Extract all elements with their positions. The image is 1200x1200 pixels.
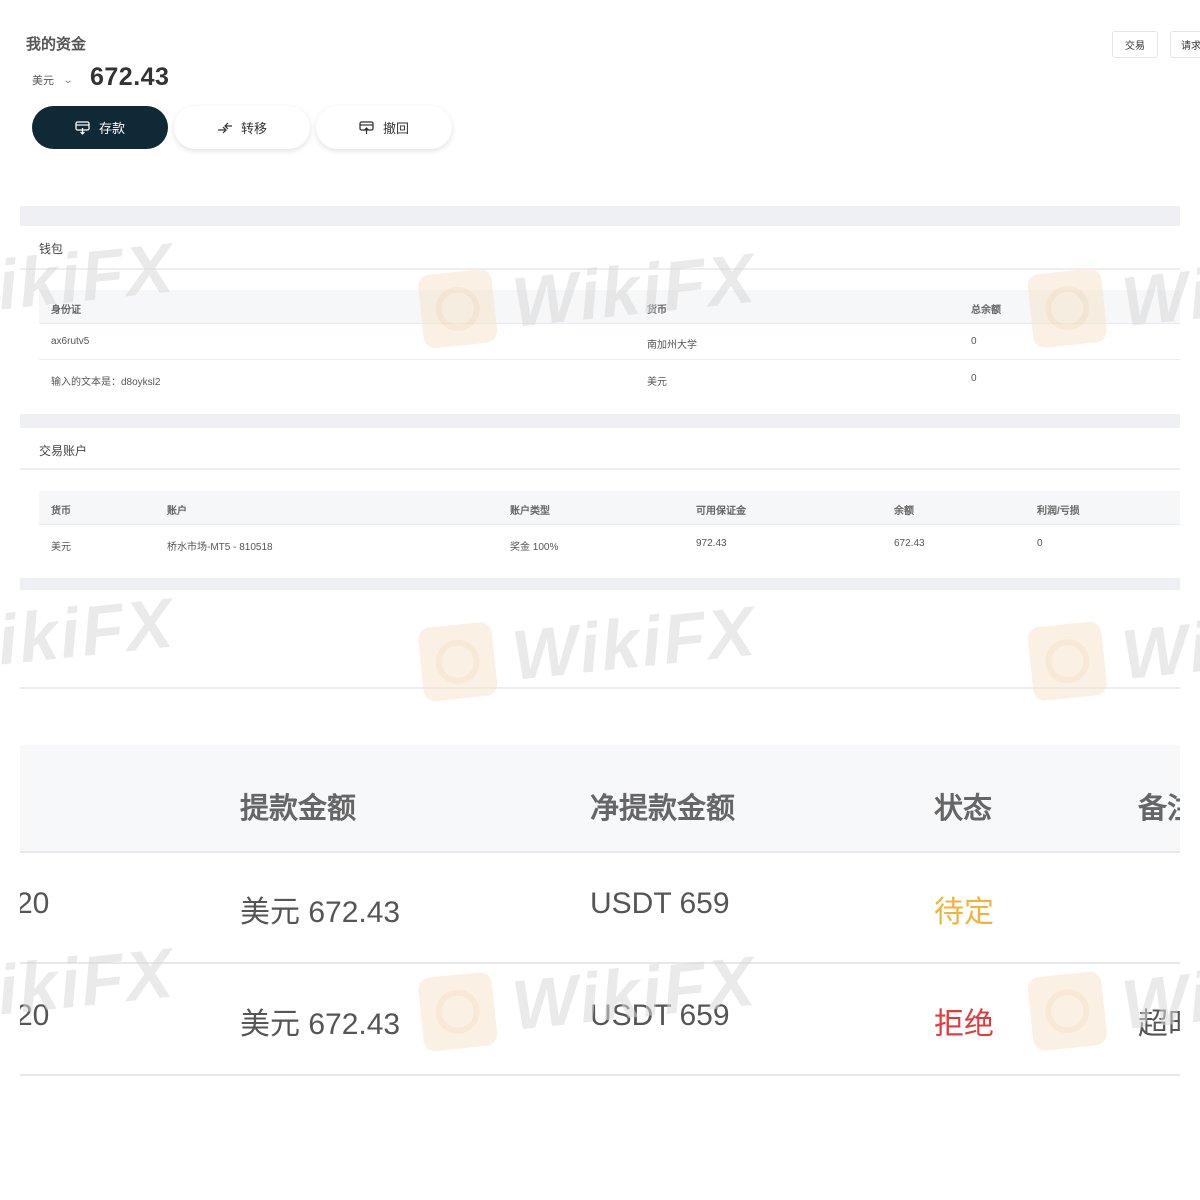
watermark-text: WikiFX	[1117, 605, 1200, 695]
transfer-label: 转移	[240, 121, 267, 136]
cell-amount: 美元 672.43	[240, 1008, 401, 1041]
col-profit-loss: 利润/亏损	[1037, 506, 1080, 517]
col-account-type: 账户类型	[510, 506, 550, 517]
wallet-title-divider	[20, 268, 1180, 270]
wallet-table-header: 身份证 货币 总余额	[39, 290, 1180, 324]
watermark-text: WikiFX	[508, 591, 760, 695]
col-currency: 货币	[51, 506, 71, 517]
col-currency: 货币	[647, 305, 667, 316]
trading-title-divider	[20, 468, 1180, 470]
wallet-title: 钱包	[39, 242, 64, 256]
cell-free-margin: 972.43	[696, 538, 727, 549]
watermark: WikiFX	[1026, 605, 1200, 705]
cell-total-balance: 0	[971, 373, 977, 384]
col-note: 备注	[1138, 793, 1180, 825]
cell-note: 超时	[1138, 1008, 1180, 1041]
withdrawals-table-header: 提款金额 净提款金额 状态 备注	[20, 745, 1180, 853]
col-id: 身份证	[51, 305, 81, 316]
row-divider	[39, 359, 1180, 360]
transfer-button[interactable]: 转移	[174, 106, 310, 149]
top-right-toolbar: 交易 请求	[1112, 31, 1200, 58]
cell-profit-loss: 0	[1037, 538, 1043, 549]
cell-id: ax6rutv5	[51, 336, 90, 347]
trading-table-header: 货币 账户 账户类型 可用保证金 余额 利润/亏损	[39, 491, 1180, 525]
action-buttons: 存款 转移 撤回	[32, 106, 452, 149]
transfer-icon	[217, 120, 233, 136]
section-divider	[20, 687, 1180, 689]
cell-balance: 672.43	[894, 538, 925, 549]
page-title: 我的资金	[26, 36, 87, 53]
table-row[interactable]: 美元 桥水市场-MT5 - 810518 奖金 100% 972.43 672.…	[39, 527, 1180, 562]
table-row: 20 美元 672.43 USDT 659 待定	[20, 853, 1180, 964]
wikifx-logo-icon	[1026, 620, 1108, 702]
cell-id: 输入的文本是：d8oyksl2	[51, 377, 161, 388]
cell-net-amount: USDT 659	[590, 887, 730, 920]
cell-date: 20	[20, 887, 50, 920]
col-status: 状态	[934, 793, 993, 825]
cell-currency: 美元	[51, 542, 71, 553]
cell-account: 桥水市场-MT5 - 810518	[167, 542, 273, 553]
table-row: 20 美元 672.43 USDT 659 拒绝 超时	[20, 965, 1180, 1076]
status-badge: 待定	[934, 896, 994, 929]
chevron-down-icon: ⌄	[62, 74, 74, 86]
cell-net-amount: USDT 659	[590, 999, 730, 1032]
section-divider	[20, 206, 1180, 226]
currency-select[interactable]: 美元 ⌄	[32, 72, 74, 88]
withdraw-icon	[359, 120, 375, 136]
watermark-text: WikiFX	[0, 583, 179, 687]
col-total-balance: 总余额	[971, 305, 1001, 316]
balance-amount: 672.43	[90, 63, 170, 91]
cell-account-type: 奖金 100%	[510, 542, 559, 553]
withdraw-label: 撤回	[382, 121, 409, 136]
trading-accounts-title: 交易账户	[39, 444, 88, 458]
request-button[interactable]: 请求	[1170, 31, 1200, 58]
deposit-button[interactable]: 存款	[32, 106, 168, 149]
withdraw-button[interactable]: 撤回	[316, 106, 452, 149]
cell-currency: 南加州大学	[647, 340, 697, 351]
cell-currency: 美元	[647, 377, 667, 388]
table-row: 输入的文本是：d8oyksl2 美元 0	[39, 362, 1180, 397]
watermark: WikiFX	[0, 582, 178, 687]
col-account: 账户	[167, 506, 187, 517]
col-withdraw-amount: 提款金额	[240, 793, 357, 825]
col-free-margin: 可用保证金	[696, 506, 746, 517]
deposit-icon	[75, 120, 91, 136]
cell-total-balance: 0	[971, 336, 977, 347]
wikifx-logo-icon	[417, 621, 499, 703]
cell-date: 20	[20, 999, 50, 1032]
col-net-withdraw-amount: 净提款金额	[590, 793, 736, 825]
deposit-label: 存款	[98, 121, 125, 136]
col-balance: 余额	[894, 506, 914, 517]
status-badge: 拒绝	[934, 1008, 994, 1041]
trade-button[interactable]: 交易	[1112, 31, 1158, 58]
table-row: ax6rutv5 南加州大学 0	[39, 325, 1180, 360]
section-divider	[20, 414, 1180, 428]
section-divider	[20, 578, 1180, 590]
cell-amount: 美元 672.43	[240, 896, 401, 929]
currency-label: 美元	[32, 75, 54, 87]
